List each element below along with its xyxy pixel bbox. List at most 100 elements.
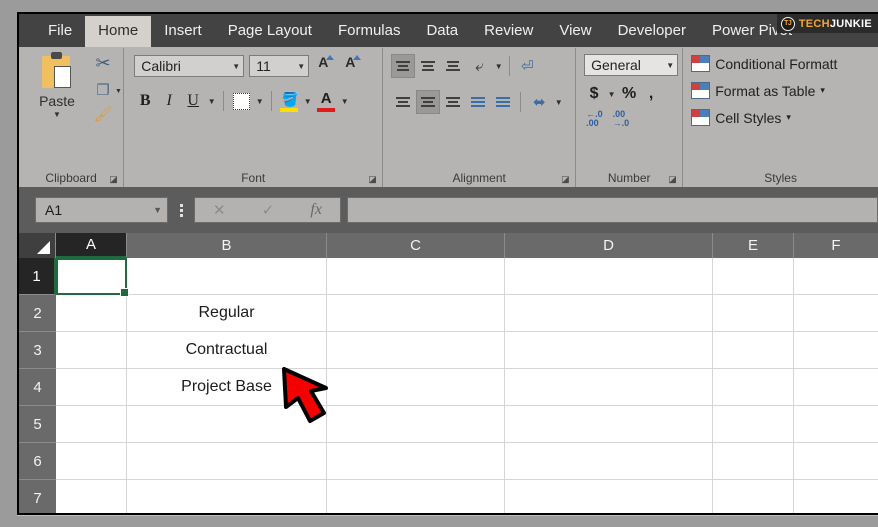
fill-color-button[interactable]: 🪣 bbox=[278, 90, 300, 112]
cell-d4[interactable] bbox=[505, 369, 713, 406]
tab-data[interactable]: Data bbox=[413, 16, 471, 47]
copy-dropdown-caret-icon[interactable]: ▼ bbox=[115, 88, 122, 95]
cell-f5[interactable] bbox=[794, 406, 878, 443]
comma-format-button[interactable]: , bbox=[641, 83, 661, 105]
cell-b1[interactable] bbox=[127, 258, 327, 295]
cell-e4[interactable] bbox=[713, 369, 794, 406]
cell-c1[interactable] bbox=[327, 258, 505, 295]
cell-b3[interactable]: Contractual bbox=[127, 332, 327, 369]
align-right-button[interactable] bbox=[441, 90, 465, 114]
column-header-e[interactable]: E bbox=[713, 233, 794, 258]
row-header-2[interactable]: 2 bbox=[19, 295, 56, 332]
cell-c6[interactable] bbox=[327, 443, 505, 480]
clipboard-dialog-launcher-icon[interactable]: ◪ bbox=[109, 175, 118, 184]
tab-home[interactable]: Home bbox=[85, 16, 152, 47]
borders-button[interactable] bbox=[230, 90, 252, 112]
tab-formulas[interactable]: Formulas bbox=[325, 16, 414, 47]
cell-f2[interactable] bbox=[794, 295, 878, 332]
increase-decimal-button[interactable]: ←.0.00 bbox=[586, 110, 603, 128]
cell-e1[interactable] bbox=[713, 258, 794, 295]
cell-c5[interactable] bbox=[327, 406, 505, 443]
italic-button[interactable]: I bbox=[158, 90, 180, 112]
conditional-formatting-button[interactable]: Conditional Formatt bbox=[691, 55, 837, 72]
name-box[interactable]: A1 ▼ bbox=[35, 197, 168, 223]
copy-icon[interactable]: ❐ bbox=[93, 81, 113, 99]
alignment-dialog-launcher-icon[interactable]: ◪ bbox=[561, 175, 570, 184]
cell-e5[interactable] bbox=[713, 406, 794, 443]
font-name-combobox[interactable]: Calibri ▼ bbox=[134, 55, 245, 77]
column-header-c[interactable]: C bbox=[327, 233, 505, 258]
tab-developer[interactable]: Developer bbox=[605, 16, 699, 47]
cell-e7[interactable] bbox=[713, 480, 794, 513]
cell-f7[interactable] bbox=[794, 480, 878, 513]
borders-dropdown-caret-icon[interactable]: ▼ bbox=[254, 97, 265, 106]
increase-indent-button[interactable] bbox=[491, 90, 515, 114]
row-header-7[interactable]: 7 bbox=[19, 480, 56, 513]
cell-e6[interactable] bbox=[713, 443, 794, 480]
currency-format-button[interactable]: $ bbox=[584, 83, 604, 105]
cut-icon[interactable]: ✂ bbox=[93, 53, 113, 73]
font-color-button[interactable]: A bbox=[315, 90, 337, 112]
formula-bar-grip[interactable] bbox=[168, 197, 194, 223]
number-dialog-launcher-icon[interactable]: ◪ bbox=[668, 175, 677, 184]
cell-b6[interactable] bbox=[127, 443, 327, 480]
row-header-4[interactable]: 4 bbox=[19, 369, 56, 406]
align-top-button[interactable] bbox=[391, 54, 416, 78]
merge-dropdown-caret-icon[interactable]: ▼ bbox=[553, 98, 564, 107]
cell-b7[interactable] bbox=[127, 480, 327, 513]
merge-and-center-icon[interactable]: ⬌ bbox=[526, 91, 552, 113]
font-dialog-launcher-icon[interactable]: ◪ bbox=[368, 175, 377, 184]
align-middle-button[interactable] bbox=[416, 54, 440, 78]
decrease-decimal-button[interactable]: .00 →.0 bbox=[613, 110, 630, 128]
decrease-font-size-icon[interactable]: A bbox=[345, 54, 362, 70]
cell-b5[interactable] bbox=[127, 406, 327, 443]
cell-c4[interactable] bbox=[327, 369, 505, 406]
row-header-1[interactable]: 1 bbox=[19, 258, 56, 295]
cell-c3[interactable] bbox=[327, 332, 505, 369]
cell-f1[interactable] bbox=[794, 258, 878, 295]
wrap-text-icon[interactable]: ⏎ bbox=[515, 55, 539, 77]
align-center-button[interactable] bbox=[416, 90, 441, 114]
column-header-d[interactable]: D bbox=[505, 233, 713, 258]
cell-d7[interactable] bbox=[505, 480, 713, 513]
bold-button[interactable]: B bbox=[134, 90, 156, 112]
select-all-corner-button[interactable] bbox=[19, 233, 56, 258]
row-header-3[interactable]: 3 bbox=[19, 332, 56, 369]
row-header-6[interactable]: 6 bbox=[19, 443, 56, 480]
confirm-icon[interactable]: ✓ bbox=[262, 201, 275, 219]
align-left-button[interactable] bbox=[391, 90, 415, 114]
increase-font-size-icon[interactable]: A bbox=[318, 54, 335, 70]
cell-c2[interactable] bbox=[327, 295, 505, 332]
cell-d6[interactable] bbox=[505, 443, 713, 480]
tab-insert[interactable]: Insert bbox=[151, 16, 215, 47]
font-color-dropdown-caret-icon[interactable]: ▼ bbox=[339, 97, 350, 106]
row-header-5[interactable]: 5 bbox=[19, 406, 56, 443]
align-bottom-button[interactable] bbox=[441, 54, 465, 78]
cell-b2[interactable]: Regular bbox=[127, 295, 327, 332]
cell-d2[interactable] bbox=[505, 295, 713, 332]
paste-dropdown-caret-icon[interactable]: ▼ bbox=[53, 111, 61, 119]
cell-a1[interactable] bbox=[56, 258, 127, 295]
number-format-combobox[interactable]: General ▼ bbox=[584, 54, 679, 76]
cell-a6[interactable] bbox=[56, 443, 127, 480]
underline-dropdown-caret-icon[interactable]: ▼ bbox=[206, 97, 217, 106]
format-as-table-button[interactable]: Format as Table ▾ bbox=[691, 82, 825, 99]
tab-view[interactable]: View bbox=[546, 16, 604, 47]
cell-f4[interactable] bbox=[794, 369, 878, 406]
column-header-f[interactable]: F bbox=[794, 233, 878, 258]
format-painter-icon[interactable]: 🖌 bbox=[91, 105, 115, 123]
insert-function-icon[interactable]: fx bbox=[310, 201, 322, 219]
tab-page-layout[interactable]: Page Layout bbox=[215, 16, 325, 47]
cell-b4[interactable]: Project Base bbox=[127, 369, 327, 406]
column-header-b[interactable]: B bbox=[127, 233, 327, 258]
underline-button[interactable]: U bbox=[182, 90, 204, 112]
cancel-icon[interactable]: ✕ bbox=[213, 201, 226, 219]
cell-a4[interactable] bbox=[56, 369, 127, 406]
paste-button[interactable]: Paste ▼ bbox=[27, 52, 87, 119]
cell-e3[interactable] bbox=[713, 332, 794, 369]
cell-a7[interactable] bbox=[56, 480, 127, 513]
percent-format-button[interactable]: % bbox=[619, 83, 639, 105]
cell-a5[interactable] bbox=[56, 406, 127, 443]
cell-e2[interactable] bbox=[713, 295, 794, 332]
fill-color-dropdown-caret-icon[interactable]: ▼ bbox=[302, 97, 313, 106]
